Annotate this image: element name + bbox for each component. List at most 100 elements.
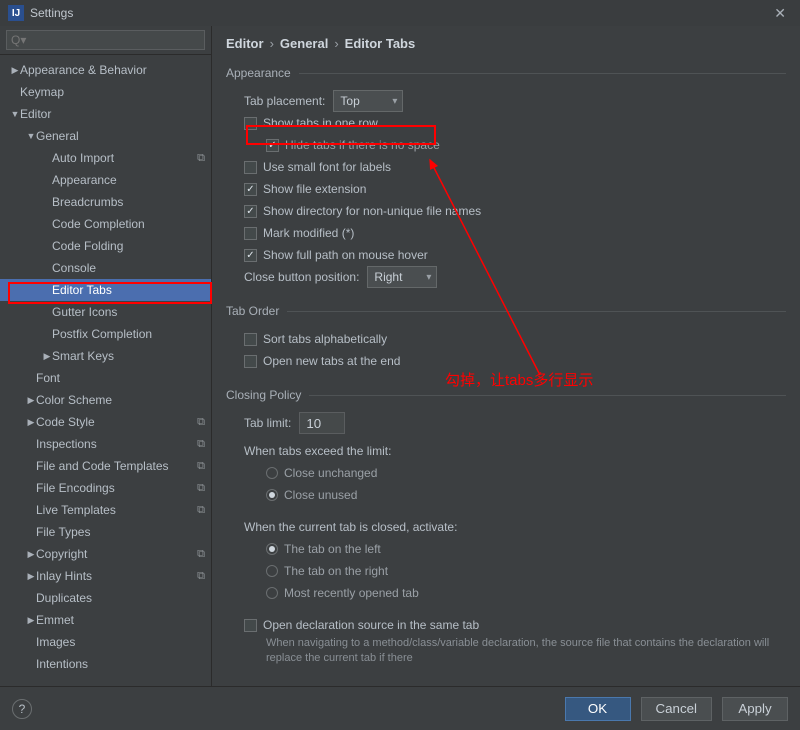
section-closing-title: Closing Policy bbox=[226, 386, 786, 404]
settings-tree[interactable]: ▶Appearance & BehaviorKeymap▼Editor▼Gene… bbox=[0, 55, 211, 686]
settings-sidebar: ▶Appearance & BehaviorKeymap▼Editor▼Gene… bbox=[0, 26, 212, 686]
settings-main: Editor › General › Editor Tabs Appearanc… bbox=[212, 26, 800, 686]
tree-item[interactable]: Code Completion bbox=[0, 213, 211, 235]
show-dir-checkbox[interactable]: Show directory for non-unique file names bbox=[244, 204, 481, 218]
tree-item[interactable]: Editor Tabs bbox=[0, 279, 211, 301]
tree-item-label: File and Code Templates bbox=[36, 459, 193, 473]
tree-arrow-icon: ▶ bbox=[26, 615, 36, 626]
tree-item[interactable]: Intentions bbox=[0, 653, 211, 675]
tree-item[interactable]: ▶Smart Keys bbox=[0, 345, 211, 367]
tree-item[interactable]: Live Templates⧉ bbox=[0, 499, 211, 521]
breadcrumb-editor-tabs: Editor Tabs bbox=[345, 36, 416, 51]
tree-item-label: Live Templates bbox=[36, 503, 193, 517]
close-unused-radio[interactable]: Close unused bbox=[266, 488, 357, 502]
tree-arrow-icon: ▶ bbox=[26, 395, 36, 406]
tab-placement-select[interactable]: Top bbox=[333, 90, 403, 112]
tree-item[interactable]: Console bbox=[0, 257, 211, 279]
tree-item[interactable]: Breadcrumbs bbox=[0, 191, 211, 213]
tree-item-label: File Types bbox=[36, 525, 205, 539]
tree-item[interactable]: ▶Code Style⧉ bbox=[0, 411, 211, 433]
tree-arrow-icon: ▶ bbox=[26, 549, 36, 560]
tree-arrow-icon: ▶ bbox=[26, 571, 36, 582]
tree-item-label: Code Folding bbox=[52, 239, 205, 253]
tree-arrow-icon: ▶ bbox=[26, 417, 36, 428]
override-icon: ⧉ bbox=[197, 460, 205, 473]
tree-arrow-icon: ▶ bbox=[42, 351, 52, 362]
tree-item-label: Appearance bbox=[52, 173, 205, 187]
small-font-checkbox[interactable]: Use small font for labels bbox=[244, 160, 391, 174]
chevron-right-icon: › bbox=[334, 36, 338, 51]
override-icon: ⧉ bbox=[197, 482, 205, 495]
tab-limit-input[interactable] bbox=[299, 412, 345, 434]
tree-item[interactable]: Gutter Icons bbox=[0, 301, 211, 323]
tree-item-label: File Encodings bbox=[36, 481, 193, 495]
show-file-ext-checkbox[interactable]: Show file extension bbox=[244, 182, 366, 196]
close-unchanged-radio[interactable]: Close unchanged bbox=[266, 466, 377, 480]
tree-item[interactable]: Postfix Completion bbox=[0, 323, 211, 345]
tree-item[interactable]: ▶Color Scheme bbox=[0, 389, 211, 411]
dialog-footer: ? OK Cancel Apply bbox=[0, 686, 800, 730]
open-decl-checkbox[interactable]: Open declaration source in the same tab bbox=[244, 618, 479, 632]
override-icon: ⧉ bbox=[197, 152, 205, 165]
help-button[interactable]: ? bbox=[12, 699, 32, 719]
tree-item[interactable]: Duplicates bbox=[0, 587, 211, 609]
tree-item-label: Breadcrumbs bbox=[52, 195, 205, 209]
tree-item[interactable]: File Encodings ⧉ bbox=[0, 477, 211, 499]
ok-button[interactable]: OK bbox=[565, 697, 631, 721]
hide-tabs-no-space-checkbox[interactable]: Hide tabs if there is no space bbox=[266, 138, 440, 152]
tab-placement-label: Tab placement: bbox=[244, 94, 325, 108]
tab-recent-radio[interactable]: Most recently opened tab bbox=[266, 586, 419, 600]
tree-item[interactable]: Font bbox=[0, 367, 211, 389]
tree-item[interactable]: Code Folding bbox=[0, 235, 211, 257]
override-icon: ⧉ bbox=[197, 548, 205, 561]
apply-button[interactable]: Apply bbox=[722, 697, 788, 721]
tree-item[interactable]: Keymap bbox=[0, 81, 211, 103]
tree-item[interactable]: Appearance bbox=[0, 169, 211, 191]
tab-right-radio[interactable]: The tab on the right bbox=[266, 564, 388, 578]
search-input[interactable] bbox=[6, 30, 205, 50]
tab-limit-label: Tab limit: bbox=[244, 416, 291, 430]
tree-item[interactable]: ▼Editor bbox=[0, 103, 211, 125]
close-button-pos-select[interactable]: Right bbox=[367, 266, 437, 288]
tree-item-label: Editor Tabs bbox=[52, 283, 205, 297]
tree-item[interactable]: Inspections⧉ bbox=[0, 433, 211, 455]
tree-item[interactable]: File and Code Templates ⧉ bbox=[0, 455, 211, 477]
tab-left-radio[interactable]: The tab on the left bbox=[266, 542, 381, 556]
mark-modified-checkbox[interactable]: Mark modified (*) bbox=[244, 226, 354, 240]
tree-item[interactable]: Auto Import ⧉ bbox=[0, 147, 211, 169]
tree-arrow-icon: ▶ bbox=[10, 65, 20, 76]
settings-content: Appearance Tab placement: Top Show tabs … bbox=[212, 60, 800, 686]
close-button-pos-label: Close button position: bbox=[244, 270, 359, 284]
tree-item[interactable]: ▶Copyright⧉ bbox=[0, 543, 211, 565]
tree-item-label: Duplicates bbox=[36, 591, 205, 605]
tree-item-label: Console bbox=[52, 261, 205, 275]
activate-label: When the current tab is closed, activate… bbox=[244, 520, 457, 534]
tree-item[interactable]: Images bbox=[0, 631, 211, 653]
tree-item[interactable]: ▼General bbox=[0, 125, 211, 147]
open-decl-hint: When navigating to a method/class/variab… bbox=[266, 636, 786, 666]
tree-item[interactable]: ▶Appearance & Behavior bbox=[0, 59, 211, 81]
tree-item-label: Auto Import bbox=[52, 151, 193, 165]
show-full-path-checkbox[interactable]: Show full path on mouse hover bbox=[244, 248, 428, 262]
tree-item[interactable]: ▶Emmet bbox=[0, 609, 211, 631]
tree-item-label: Color Scheme bbox=[36, 393, 205, 407]
open-end-checkbox[interactable]: Open new tabs at the end bbox=[244, 354, 400, 368]
tree-item-label: Appearance & Behavior bbox=[20, 63, 205, 77]
exceed-limit-label: When tabs exceed the limit: bbox=[244, 444, 391, 458]
show-tabs-one-row-checkbox[interactable]: Show tabs in one row bbox=[244, 116, 378, 130]
breadcrumb-general[interactable]: General bbox=[280, 36, 328, 51]
tree-item-label: Keymap bbox=[20, 85, 205, 99]
tree-item-label: Images bbox=[36, 635, 205, 649]
tree-item[interactable]: ▶Inlay Hints⧉ bbox=[0, 565, 211, 587]
tree-item-label: Editor bbox=[20, 107, 205, 121]
sort-alpha-checkbox[interactable]: Sort tabs alphabetically bbox=[244, 332, 387, 346]
tree-item-label: Font bbox=[36, 371, 205, 385]
tree-item-label: Inlay Hints bbox=[36, 569, 193, 583]
tree-item[interactable]: File Types bbox=[0, 521, 211, 543]
close-icon[interactable]: ✕ bbox=[768, 3, 792, 24]
tree-item-label: Gutter Icons bbox=[52, 305, 205, 319]
breadcrumb: Editor › General › Editor Tabs bbox=[212, 26, 800, 60]
cancel-button[interactable]: Cancel bbox=[641, 697, 713, 721]
tree-item-label: Smart Keys bbox=[52, 349, 205, 363]
breadcrumb-editor[interactable]: Editor bbox=[226, 36, 264, 51]
